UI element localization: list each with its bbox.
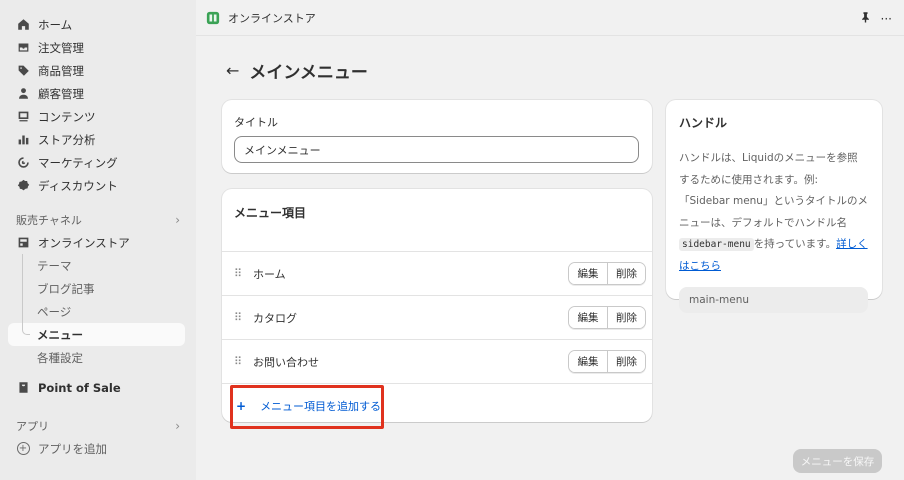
edit-button[interactable]: 編集 — [569, 351, 607, 372]
nav-marketing[interactable]: マーケティング — [0, 151, 196, 174]
sub-item-themes[interactable]: テーマ — [0, 254, 196, 277]
nav-orders[interactable]: 注文管理 — [0, 36, 196, 59]
sales-channels-header[interactable]: 販売チャネル › — [0, 209, 196, 231]
sub-item-blog-posts[interactable]: ブログ記事 — [0, 277, 196, 300]
title-field-label: タイトル — [234, 116, 278, 129]
plus-icon: + — [236, 399, 247, 413]
nav-label: アプリを追加 — [38, 441, 107, 456]
sales-channels-label: 販売チャネル — [16, 214, 82, 227]
nav-label: 商品管理 — [38, 63, 84, 78]
sub-item-pages[interactable]: ページ — [0, 300, 196, 323]
handle-description: ハンドルは、Liquidのメニューを参照するために使用されます。例: 「Side… — [679, 148, 868, 277]
handle-desc-text-after: を持っています。 — [753, 238, 837, 250]
nav-label: コンテンツ — [38, 109, 96, 124]
sidebar: ホーム 注文管理 商品管理 顧客管理 コンテンツ ストア分析 マーケティング デ… — [0, 0, 196, 480]
nav-label: 顧客管理 — [38, 86, 84, 101]
nav-label: マーケティング — [38, 155, 118, 170]
more-options-icon[interactable]: ··· — [881, 12, 892, 26]
topbar-store-name: オンラインストア — [228, 11, 316, 25]
tag-icon — [16, 64, 30, 78]
chevron-right-icon: › — [175, 213, 180, 227]
tree-elbow — [22, 323, 30, 335]
pos-bag-icon — [16, 381, 30, 395]
menu-item-row: ⠿ お問い合わせ 編集 削除 — [222, 340, 652, 384]
chevron-right-icon: › — [175, 419, 180, 433]
menu-item-label: お問い合わせ — [253, 355, 319, 369]
menu-item-actions: 編集 削除 — [568, 262, 646, 285]
plus-circle-icon: + — [16, 442, 30, 456]
content-icon — [16, 110, 30, 124]
nav-label: Point of Sale — [38, 380, 121, 395]
delete-button[interactable]: 削除 — [607, 351, 645, 372]
sub-item-label: メニュー — [37, 327, 83, 342]
bar-chart-icon — [16, 133, 30, 147]
drag-handle-icon[interactable]: ⠿ — [234, 355, 244, 368]
nav-home[interactable]: ホーム — [0, 13, 196, 36]
online-store-logo-icon — [206, 11, 220, 24]
title-card: タイトル メインメニュー — [222, 100, 652, 173]
nav-point-of-sale[interactable]: Point of Sale — [0, 376, 196, 399]
handle-desc-text: ハンドルは、Liquidのメニューを参照するために使用されます。例: 「Side… — [679, 152, 868, 229]
sub-item-menu[interactable]: メニュー — [8, 323, 185, 346]
nav-label: オンラインストア — [38, 235, 130, 250]
nav-label: 注文管理 — [38, 40, 84, 55]
handle-code-example: sidebar-menu — [679, 238, 754, 251]
drag-handle-icon[interactable]: ⠿ — [234, 311, 244, 324]
menu-item-label: カタログ — [253, 311, 297, 325]
nav-label: ディスカウント — [38, 178, 118, 193]
menu-item-row: ⠿ カタログ 編集 削除 — [222, 296, 652, 340]
menu-items-heading: メニュー項目 — [222, 189, 652, 252]
page-header: ← メインメニュー — [226, 58, 368, 83]
add-menu-item-button[interactable]: + メニュー項目を追加する — [222, 384, 652, 428]
delete-button[interactable]: 削除 — [607, 263, 645, 284]
menu-item-actions: 編集 削除 — [568, 350, 646, 373]
pin-icon[interactable] — [860, 11, 871, 26]
menu-items-card: メニュー項目 ⠿ ホーム 編集 削除 ⠿ カタログ 編集 削除 ⠿ お問い合わせ… — [222, 189, 652, 422]
person-icon — [16, 87, 30, 101]
nav-content[interactable]: コンテンツ — [0, 105, 196, 128]
apps-header[interactable]: アプリ › — [0, 415, 196, 437]
edit-button[interactable]: 編集 — [569, 307, 607, 328]
nav-customers[interactable]: 顧客管理 — [0, 82, 196, 105]
title-input[interactable]: メインメニュー — [234, 136, 639, 163]
nav-label: ホーム — [38, 17, 73, 32]
nav-online-store[interactable]: オンラインストア — [0, 231, 196, 254]
online-store-subnav: テーマ ブログ記事 ページ メニュー 各種設定 — [0, 254, 196, 369]
apps-label: アプリ — [16, 420, 49, 433]
add-menu-item-label: メニュー項目を追加する — [260, 400, 382, 413]
edit-button[interactable]: 編集 — [569, 263, 607, 284]
menu-item-label: ホーム — [253, 267, 286, 281]
inbox-icon — [16, 41, 30, 55]
menu-item-actions: 編集 削除 — [568, 306, 646, 329]
menu-item-row: ⠿ ホーム 編集 削除 — [222, 252, 652, 296]
handle-title: ハンドル — [679, 116, 728, 130]
handle-input[interactable]: main-menu — [679, 287, 868, 313]
discount-icon — [16, 179, 30, 193]
nav-analytics[interactable]: ストア分析 — [0, 128, 196, 151]
nav-discounts[interactable]: ディスカウント — [0, 174, 196, 197]
page-title: メインメニュー — [249, 63, 368, 83]
tree-line — [22, 254, 23, 324]
home-icon — [16, 18, 30, 32]
topbar: オンラインストア ··· — [196, 0, 904, 36]
nav-label: ストア分析 — [38, 132, 96, 147]
back-arrow-icon[interactable]: ← — [226, 61, 239, 80]
nav-add-app[interactable]: + アプリを追加 — [0, 437, 196, 460]
drag-handle-icon[interactable]: ⠿ — [234, 267, 244, 280]
online-store-icon — [16, 236, 30, 250]
sub-item-preferences[interactable]: 各種設定 — [0, 346, 196, 369]
nav-products[interactable]: 商品管理 — [0, 59, 196, 82]
handle-card: ハンドル ハンドルは、Liquidのメニューを参照するために使用されます。例: … — [666, 100, 882, 313]
save-menu-button[interactable]: メニューを保存 — [793, 449, 882, 473]
target-icon — [16, 156, 30, 170]
delete-button[interactable]: 削除 — [607, 307, 645, 328]
